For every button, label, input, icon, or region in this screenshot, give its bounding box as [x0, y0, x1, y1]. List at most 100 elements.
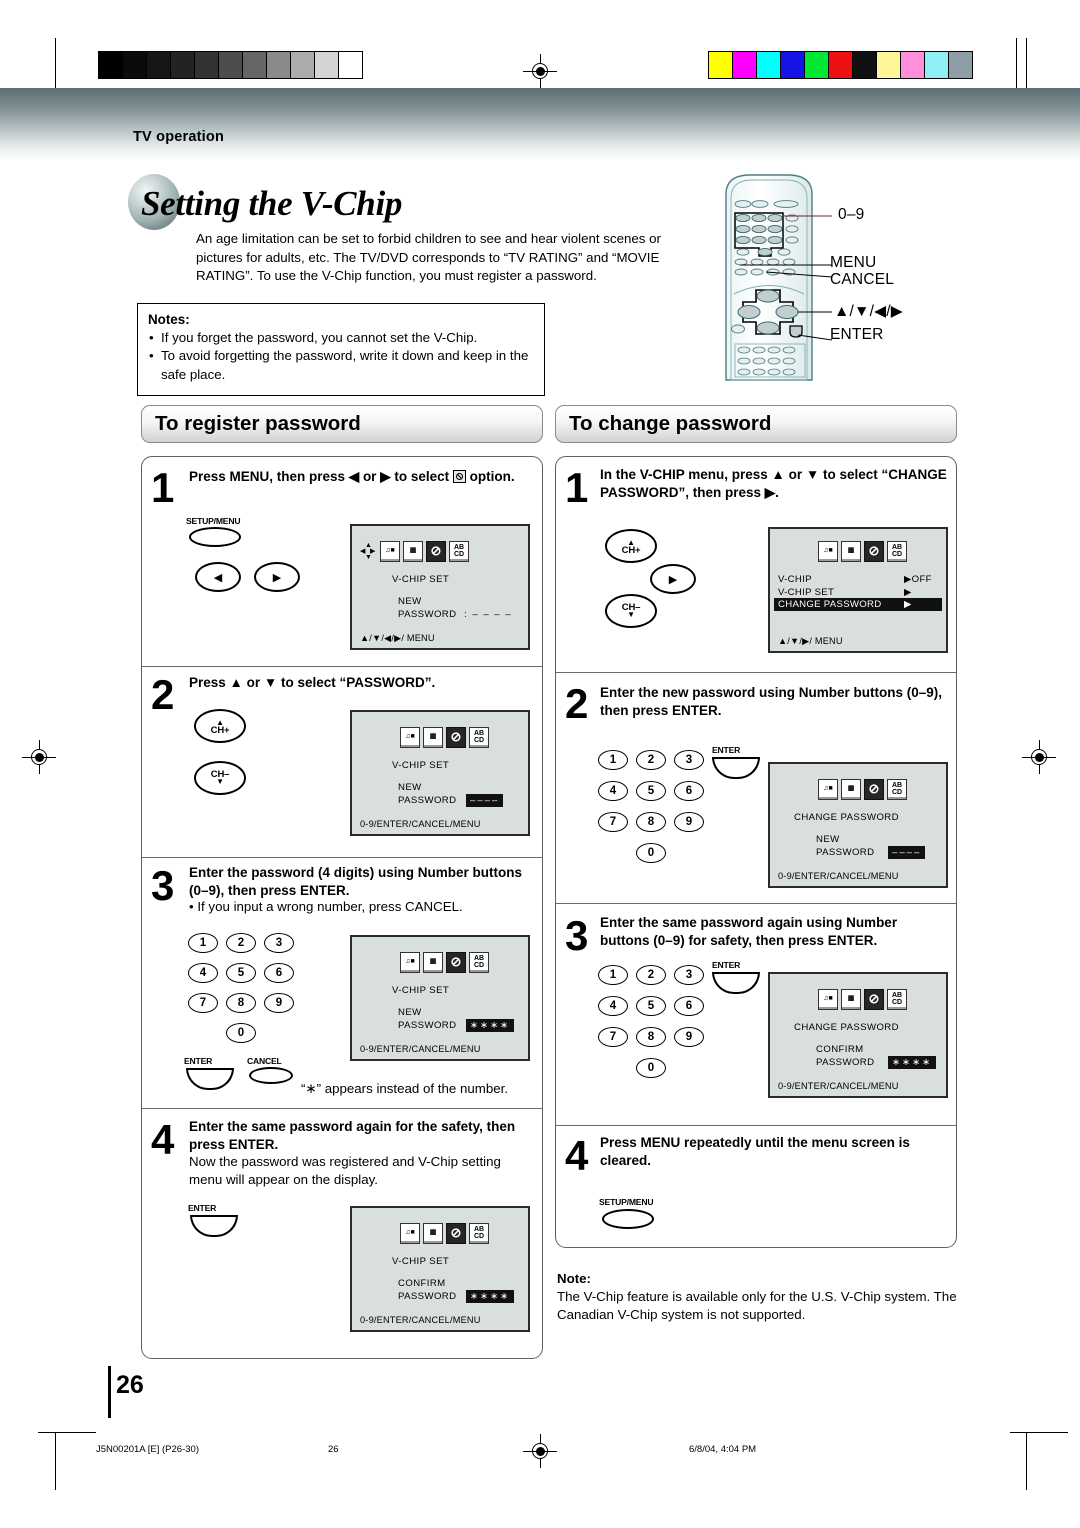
notes-list: If you forget the password, you cannot s… [148, 329, 534, 384]
number-key-3[interactable]: 3 [674, 965, 704, 985]
osd-channel-grid-icon[interactable]: ▦ [841, 541, 861, 562]
step-instruction: Enter the password (4 digits) using Numb… [189, 865, 523, 898]
osd-channel-grid-icon[interactable]: ▦ [423, 727, 443, 748]
number-key-0[interactable]: 0 [636, 1058, 666, 1078]
number-key-2[interactable]: 2 [636, 965, 666, 985]
osd-caption-icon[interactable]: AB CD [449, 541, 469, 562]
number-key-1[interactable]: 1 [598, 750, 628, 770]
osd-picture-audio-icon[interactable]: ♫■ [818, 779, 838, 800]
osd-channel-grid-icon[interactable]: ▦ [403, 541, 423, 562]
gray-patch [195, 52, 219, 78]
osd-vchip-icon[interactable]: ⊘ [864, 541, 884, 562]
osd-vchip-icon[interactable]: ⊘ [446, 727, 466, 748]
right-arrow-key[interactable]: ▶ [650, 564, 696, 594]
osd-caption-icon[interactable]: AB CD [887, 779, 907, 800]
osd-channel-grid-icon[interactable]: ▦ [423, 952, 443, 973]
grayscale-calibration-bar [98, 51, 363, 79]
osd-screen: ♫■ ▦ ⊘ AB CD CHANGE PASSWORD CONFIRM PASS… [768, 972, 948, 1098]
osd-channel-grid-icon[interactable]: ▦ [841, 779, 861, 800]
osd-label-line1: NEW [398, 782, 422, 793]
number-key-8[interactable]: 8 [636, 812, 666, 832]
osd-caption-icon[interactable]: AB CD [887, 989, 907, 1010]
color-patch [853, 52, 877, 78]
osd-icon-row: ♫■ ▦ ⊘ AB CD [400, 1223, 489, 1244]
osd-screen: ♫■ ▦ ⊘ AB CD V-CHIP SET NEW PASSWORD ∗∗∗∗… [350, 935, 530, 1061]
step-instruction: In the V-CHIP menu, press ▲ or ▼ to sele… [600, 467, 947, 500]
number-key-9[interactable]: 9 [674, 1027, 704, 1047]
osd-vchip-icon[interactable]: ⊘ [864, 989, 884, 1010]
number-key-4[interactable]: 4 [188, 963, 218, 983]
number-key-5[interactable]: 5 [226, 963, 256, 983]
setup-menu-key[interactable] [602, 1209, 654, 1229]
channel-down-key[interactable]: CH– ▼ [605, 594, 657, 628]
number-key-2[interactable]: 2 [636, 750, 666, 770]
number-key-8[interactable]: 8 [226, 993, 256, 1013]
gray-patch [243, 52, 267, 78]
osd-menu-row-label[interactable]: V-CHIP SET [778, 587, 834, 598]
setup-menu-key-label: SETUP/MENU [599, 1197, 654, 1207]
osd-caption-icon[interactable]: AB CD [469, 1223, 489, 1244]
osd-channel-grid-icon[interactable]: ▦ [423, 1223, 443, 1244]
number-key-7[interactable]: 7 [598, 1027, 628, 1047]
setup-menu-key-label: SETUP/MENU [186, 516, 241, 526]
channel-down-key[interactable]: CH– ▼ [194, 761, 246, 795]
number-key-1[interactable]: 1 [188, 933, 218, 953]
osd-vchip-icon[interactable]: ⊘ [446, 952, 466, 973]
osd-picture-audio-icon[interactable]: ♫■ [400, 1223, 420, 1244]
gray-patch [123, 52, 147, 78]
setup-menu-key[interactable] [189, 527, 241, 547]
osd-menu-row-label[interactable]: V-CHIP [778, 574, 812, 585]
number-key-4[interactable]: 4 [598, 781, 628, 801]
channel-up-key[interactable]: ▲ CH+ [194, 709, 246, 743]
gray-patch [147, 52, 171, 78]
osd-icon-row: ♫■ ▦ ⊘ AB CD [400, 727, 489, 748]
header-band [0, 88, 1080, 160]
step-instruction: Press MENU, then press ◀ or ▶ to select … [189, 468, 534, 486]
number-key-9[interactable]: 9 [674, 812, 704, 832]
number-key-1[interactable]: 1 [598, 965, 628, 985]
number-key-0[interactable]: 0 [226, 1023, 256, 1043]
number-key-6[interactable]: 6 [674, 996, 704, 1016]
osd-channel-grid-icon[interactable]: ▦ [841, 989, 861, 1010]
osd-menu-row-label[interactable]: CHANGE PASSWORD [778, 599, 881, 610]
osd-picture-audio-icon[interactable]: ♫■ [400, 727, 420, 748]
osd-title: V-CHIP SET [392, 1256, 450, 1267]
number-key-8[interactable]: 8 [636, 1027, 666, 1047]
number-key-9[interactable]: 9 [264, 993, 294, 1013]
osd-vchip-icon[interactable]: ⊘ [426, 541, 446, 562]
notes-item: If you forget the password, you cannot s… [148, 329, 534, 348]
osd-caption-icon[interactable]: AB CD [469, 727, 489, 748]
number-key-4[interactable]: 4 [598, 996, 628, 1016]
number-key-3[interactable]: 3 [264, 933, 294, 953]
number-key-7[interactable]: 7 [598, 812, 628, 832]
note-body: The V-Chip feature is available only for… [557, 1289, 957, 1322]
number-key-0[interactable]: 0 [636, 843, 666, 863]
osd-picture-audio-icon[interactable]: ♫■ [818, 989, 838, 1010]
osd-vchip-icon[interactable]: ⊘ [864, 779, 884, 800]
osd-picture-audio-icon[interactable]: ♫■ [818, 541, 838, 562]
color-patch [877, 52, 901, 78]
number-key-2[interactable]: 2 [226, 933, 256, 953]
notes-box: Notes: If you forget the password, you c… [137, 303, 545, 397]
channel-up-key[interactable]: ▲ CH+ [605, 529, 657, 563]
number-key-5[interactable]: 5 [636, 996, 666, 1016]
left-arrow-key[interactable]: ◀ [195, 562, 241, 592]
osd-caption-icon[interactable]: AB CD [887, 541, 907, 562]
enter-key-label: ENTER [712, 960, 741, 970]
osd-label-line1: CONFIRM [398, 1278, 446, 1289]
right-arrow-key[interactable]: ▶ [254, 562, 300, 592]
cancel-key[interactable] [249, 1067, 293, 1084]
osd-vchip-icon[interactable]: ⊘ [446, 1223, 466, 1244]
osd-password-value: ∗∗∗∗ [888, 1056, 937, 1069]
remote-callout-numbers: 0–9 [838, 206, 865, 223]
osd-footer: 0-9/ENTER/CANCEL/MENU [360, 819, 481, 829]
number-key-6[interactable]: 6 [674, 781, 704, 801]
number-key-3[interactable]: 3 [674, 750, 704, 770]
number-key-7[interactable]: 7 [188, 993, 218, 1013]
cursor-icon: ▲ ▼ ◀ ▶ [360, 542, 376, 561]
osd-caption-icon[interactable]: AB CD [469, 952, 489, 973]
osd-picture-audio-icon[interactable]: ♫■ [380, 541, 400, 562]
osd-picture-audio-icon[interactable]: ♫■ [400, 952, 420, 973]
number-key-6[interactable]: 6 [264, 963, 294, 983]
number-key-5[interactable]: 5 [636, 781, 666, 801]
